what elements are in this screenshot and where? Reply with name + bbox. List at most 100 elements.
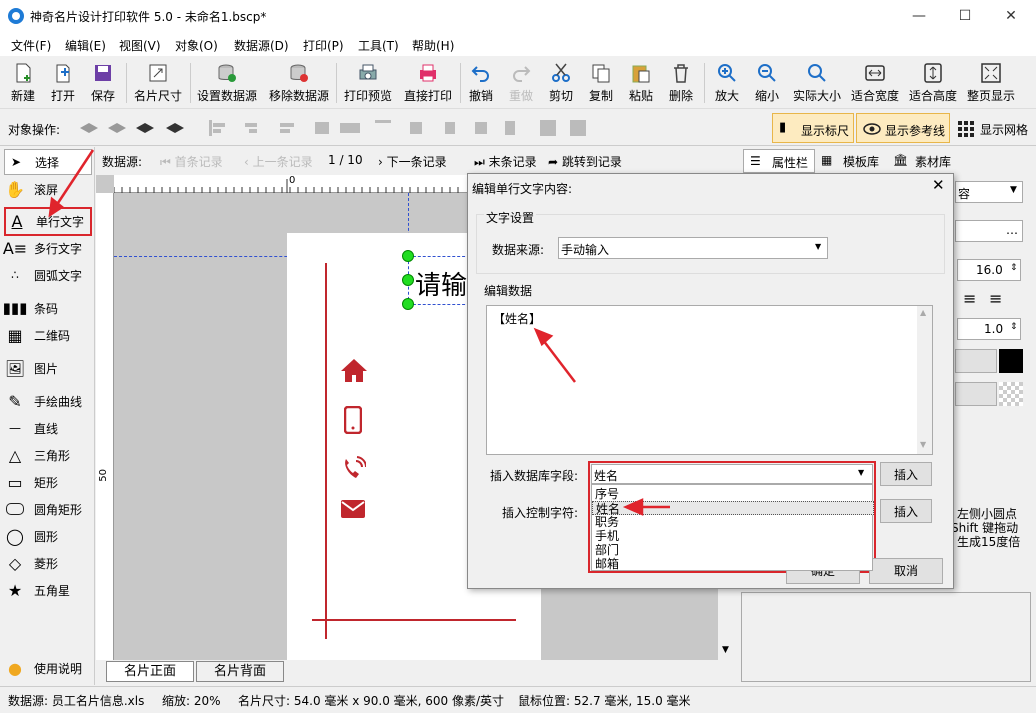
tab-properties[interactable]: ☰ 属性栏 [743,149,815,173]
show-grid-toggle[interactable]: 显示网格 [954,113,1034,143]
field-dropdown-list[interactable]: 序号 姓名 职务 手机 部门 邮箱 [591,484,874,571]
fit-width-button[interactable]: 适合宽度 [848,60,902,106]
first-record-button[interactable]: ⏮ 首条记录 [160,153,223,170]
tool-star[interactable]: ★ 五角星 [4,577,92,603]
maximize-button[interactable]: ☐ [942,0,988,32]
minimize-button[interactable]: — [896,0,942,32]
insert-field-button[interactable]: 插入 [880,462,932,486]
zoom-out-button[interactable]: 缩小 [750,60,784,106]
call-icon[interactable] [342,455,366,481]
line-width-input[interactable]: 1.0 ⇕ [957,318,1021,340]
tool-barcode[interactable]: ▮▮▮ 条码 [3,295,92,321]
tool-multi-text-label: 多行文字 [34,241,83,256]
print-preview-button[interactable]: 打印预览 [340,60,396,106]
resize-handle[interactable] [402,274,414,286]
color-swatch-transparent[interactable] [999,382,1023,406]
tool-triangle[interactable]: △ 三角形 [4,442,92,468]
datasource-label: 数据来源: [492,243,545,257]
property-field[interactable]: … [955,220,1023,242]
dropdown-option[interactable]: 姓名 [592,501,874,516]
tool-multi-line-text[interactable]: A≡ 多行文字 [3,235,92,261]
tool-qrcode[interactable]: ▦ 二维码 [4,322,92,348]
edit-data-textarea[interactable]: 【姓名】 ▲ ▼ [486,305,933,455]
tool-line[interactable]: — 直线 [4,415,92,441]
resize-handle[interactable] [402,250,414,262]
delete-button[interactable]: 删除 [664,60,698,106]
dropdown-option[interactable]: 职务 [592,515,874,529]
tab-templates[interactable]: ▦ 模板库 [817,149,889,173]
card-horizontal-line[interactable] [312,619,516,621]
tool-round-rect[interactable]: 圆角矩形 [4,496,92,522]
undo-button[interactable]: 撤销 [464,60,498,106]
insert-control-button[interactable]: 插入 [880,499,932,523]
fit-height-button[interactable]: 适合高度 [906,60,960,106]
home-icon[interactable] [340,357,368,383]
last-record-button[interactable]: ⏭ 末条记录 [474,153,537,170]
tool-circle[interactable]: ◯ 圆形 [4,523,92,549]
next-record-button[interactable]: › 下一条记录 [378,153,447,170]
selected-text-object[interactable]: 请输 [408,256,470,305]
tool-image[interactable]: 🖼 图片 [4,355,92,381]
field-select[interactable]: 姓名 ▼ [591,464,873,484]
card-vertical-line[interactable] [325,263,327,639]
goto-record-button[interactable]: ➦ 跳转到记录 [548,153,622,170]
tool-diamond[interactable]: ◇ 菱形 [4,550,92,576]
align-center-icon[interactable]: ≡ [963,289,976,308]
tab-card-front[interactable]: 名片正面 [106,661,194,682]
cancel-button[interactable]: 取消 [869,558,943,584]
resize-handle[interactable] [402,298,414,310]
remove-datasource-button[interactable]: 移除数据源 [266,60,332,106]
zoom-in-button[interactable]: 放大 [710,60,744,106]
tool-select[interactable]: ➤ 选择 [4,149,92,175]
help-button[interactable]: ● 使用说明 [4,655,92,681]
menu-print[interactable]: 打印(P) [303,37,344,54]
dialog-close-icon[interactable]: ✕ [932,176,945,194]
new-button[interactable]: 新建 [6,60,40,106]
dropdown-option[interactable]: 序号 [592,487,874,501]
prev-record-button[interactable]: ‹ 上一条记录 [244,153,313,170]
fit-page-button[interactable]: 整页显示 [964,60,1018,106]
set-datasource-button[interactable]: 设置数据源 [194,60,260,106]
tool-arc-text[interactable]: ∴ 圆弧文字 [4,262,92,288]
scroll-down-arrow[interactable]: ▼ [722,645,729,655]
open-button[interactable]: 打开 [46,60,80,106]
direct-print-button[interactable]: 直接打印 [400,60,456,106]
dropdown-option[interactable]: 部门 [592,543,874,557]
card-size-button[interactable]: 名片尺寸 [130,60,186,106]
color-button[interactable] [955,349,997,373]
tool-freehand[interactable]: ✎ 手绘曲线 [4,388,92,414]
menu-object[interactable]: 对象(O) [175,37,218,54]
tab-card-back[interactable]: 名片背面 [196,661,284,682]
menu-help[interactable]: 帮助(H) [412,37,454,54]
show-ruler-toggle[interactable]: ▮ 显示标尺 [772,113,854,143]
dropdown-option[interactable]: 手机 [592,529,874,543]
copy-button[interactable]: 复制 [584,60,618,106]
paste-button[interactable]: 粘贴 [624,60,658,106]
menu-tools[interactable]: 工具(T) [358,37,399,54]
align-right-icon[interactable]: ≡ [989,289,1002,308]
fill-button[interactable] [955,382,997,406]
save-button[interactable]: 保存 [86,60,120,106]
menu-edit[interactable]: 编辑(E) [65,37,106,54]
property-combo[interactable]: 容 ▼ [955,181,1023,203]
close-button[interactable]: ✕ [988,0,1034,32]
color-swatch-black[interactable] [999,349,1023,373]
tool-rect[interactable]: ▭ 矩形 [4,469,92,495]
card-size-label: 名片尺寸 [133,89,182,103]
dropdown-option[interactable]: 邮箱 [592,557,874,571]
mail-icon[interactable] [340,499,366,519]
tool-single-line-text[interactable]: A 单行文字 [4,207,92,236]
cut-button[interactable]: 剪切 [544,60,578,106]
font-size-input[interactable]: 16.0 ⇕ [957,259,1021,281]
show-guides-toggle[interactable]: 显示参考线 [856,113,950,143]
phone-icon[interactable] [344,406,362,434]
menu-view[interactable]: 视图(V) [119,37,161,54]
tab-materials[interactable]: 🏛 素材库 [889,149,961,173]
datasource-select[interactable]: 手动输入 ▼ [558,237,828,259]
menu-file[interactable]: 文件(F) [11,37,51,54]
tool-scroll[interactable]: ✋ 滚屏 [4,176,92,202]
textarea-scrollbar[interactable]: ▲ ▼ [917,306,932,454]
redo-button[interactable]: 重做 [504,60,538,106]
menu-datasource[interactable]: 数据源(D) [234,37,289,54]
actual-size-button[interactable]: 实际大小 [790,60,844,106]
